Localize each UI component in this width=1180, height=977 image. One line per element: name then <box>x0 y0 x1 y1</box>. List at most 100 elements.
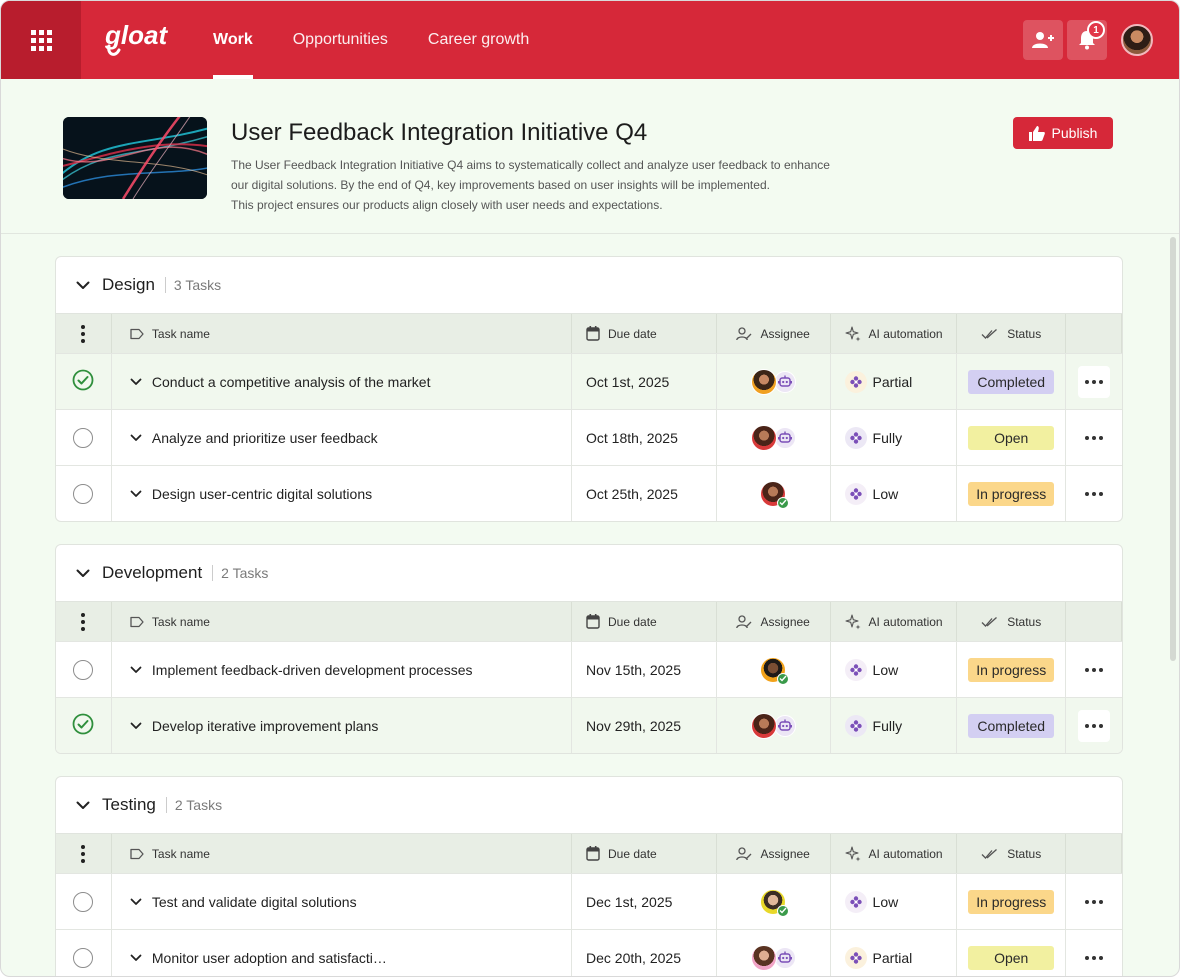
due-date-cell[interactable]: Nov 29th, 2025 <box>572 698 717 753</box>
avatar[interactable] <box>760 480 790 509</box>
more-options-button[interactable] <box>1078 886 1110 918</box>
task-name-cell[interactable]: Design user-centric digital solutions <box>112 466 573 521</box>
avatar[interactable] <box>760 888 790 917</box>
due-date-cell[interactable]: Oct 25th, 2025 <box>572 466 717 521</box>
assignee-cell[interactable] <box>717 874 831 929</box>
assignee-cell[interactable] <box>717 466 831 521</box>
more-options-button[interactable] <box>1078 365 1111 398</box>
status-badge[interactable]: In progress <box>968 481 1055 506</box>
ai-automation-cell[interactable]: Fully <box>831 410 958 465</box>
column-header-ai-automation[interactable]: AI automation <box>831 834 958 873</box>
empty-circle-icon[interactable] <box>73 659 94 680</box>
due-date-cell[interactable]: Oct 1st, 2025 <box>572 354 717 409</box>
task-checkbox[interactable] <box>56 930 112 976</box>
status-cell[interactable]: In progress <box>957 642 1067 697</box>
nav-item-work[interactable]: Work <box>213 1 253 79</box>
table-row[interactable]: Analyze and prioritize user feedback Oct … <box>56 409 1122 465</box>
avatar[interactable] <box>750 712 777 739</box>
task-name[interactable]: Test and validate digital solutions <box>152 894 357 910</box>
chevron-down-icon[interactable] <box>130 378 142 386</box>
gloat-logo[interactable]: gloat <box>105 18 169 62</box>
check-circle-icon[interactable] <box>72 713 94 738</box>
assignee-cell[interactable] <box>717 698 831 753</box>
assignee[interactable] <box>750 368 796 395</box>
column-header-assignee[interactable]: Assignee <box>717 834 831 873</box>
status-badge[interactable]: In progress <box>968 889 1055 914</box>
status-cell[interactable]: Open <box>957 410 1067 465</box>
ai-automation-cell[interactable]: Low <box>831 466 958 521</box>
due-date-cell[interactable]: Dec 1st, 2025 <box>572 874 717 929</box>
task-name-cell[interactable]: Monitor user adoption and satisfacti… <box>112 930 573 976</box>
assignee-cell[interactable] <box>717 354 831 409</box>
assignee[interactable] <box>750 712 796 739</box>
task-checkbox[interactable] <box>56 410 112 465</box>
due-date-cell[interactable]: Oct 18th, 2025 <box>572 410 717 465</box>
avatar[interactable] <box>750 368 777 395</box>
column-header-ai-automation[interactable]: AI automation <box>831 314 958 353</box>
task-checkbox[interactable] <box>56 874 112 929</box>
ai-automation-cell[interactable]: Fully <box>831 698 958 753</box>
table-row[interactable]: Develop iterative improvement plans Nov 2… <box>56 697 1122 753</box>
chevron-down-icon[interactable] <box>130 722 142 730</box>
scrollbar[interactable] <box>1170 237 1176 661</box>
column-options-button[interactable] <box>56 834 112 873</box>
table-row[interactable]: Implement feedback-driven development pr… <box>56 641 1122 697</box>
status-badge[interactable]: Open <box>968 945 1055 970</box>
more-options-button[interactable] <box>1078 709 1111 742</box>
task-checkbox[interactable] <box>56 354 112 409</box>
column-header-task-name[interactable]: Task name <box>112 602 573 641</box>
task-name[interactable]: Develop iterative improvement plans <box>152 718 378 734</box>
assignee[interactable] <box>760 480 790 509</box>
empty-circle-icon[interactable] <box>73 483 94 504</box>
task-name-cell[interactable]: Analyze and prioritize user feedback <box>112 410 573 465</box>
chevron-down-icon[interactable] <box>76 569 90 578</box>
task-name[interactable]: Analyze and prioritize user feedback <box>152 430 378 446</box>
ai-automation-cell[interactable]: Partial <box>831 354 958 409</box>
apps-menu-button[interactable] <box>1 1 81 79</box>
more-options-button[interactable] <box>1078 942 1110 974</box>
status-cell[interactable]: Open <box>957 930 1067 976</box>
more-options-button[interactable] <box>1078 654 1110 686</box>
chevron-down-icon[interactable] <box>76 801 90 810</box>
status-cell[interactable]: In progress <box>957 466 1067 521</box>
task-name[interactable]: Conduct a competitive analysis of the ma… <box>152 374 431 390</box>
chevron-down-icon[interactable] <box>76 281 90 290</box>
more-options-button[interactable] <box>1078 478 1110 510</box>
column-header-task-name[interactable]: Task name <box>112 314 573 353</box>
publish-button[interactable]: Publish <box>1013 117 1113 149</box>
table-row[interactable]: Monitor user adoption and satisfacti… Dec… <box>56 929 1122 976</box>
column-options-button[interactable] <box>56 602 112 641</box>
chevron-down-icon[interactable] <box>130 898 142 906</box>
task-name[interactable]: Design user-centric digital solutions <box>152 486 372 502</box>
column-header-due-date[interactable]: Due date <box>572 834 717 873</box>
avatar[interactable] <box>760 656 790 685</box>
table-row[interactable]: Design user-centric digital solutions Oct… <box>56 465 1122 521</box>
ai-automation-cell[interactable]: Low <box>831 642 958 697</box>
task-name[interactable]: Monitor user adoption and satisfacti… <box>152 950 387 966</box>
column-header-assignee[interactable]: Assignee <box>717 314 831 353</box>
status-cell[interactable]: Completed <box>957 354 1067 409</box>
status-badge[interactable]: In progress <box>968 657 1055 682</box>
column-header-task-name[interactable]: Task name <box>112 834 573 873</box>
empty-circle-icon[interactable] <box>73 947 94 968</box>
assignee[interactable] <box>750 944 796 971</box>
empty-circle-icon[interactable] <box>73 891 94 912</box>
column-header-status[interactable]: Status <box>957 834 1067 873</box>
status-badge[interactable]: Open <box>968 425 1055 450</box>
assignee-cell[interactable] <box>717 410 831 465</box>
avatar[interactable] <box>750 944 777 971</box>
column-options-button[interactable] <box>56 314 112 353</box>
task-name[interactable]: Implement feedback-driven development pr… <box>152 662 473 678</box>
chevron-down-icon[interactable] <box>130 666 142 674</box>
assignee-cell[interactable] <box>717 642 831 697</box>
status-cell[interactable]: In progress <box>957 874 1067 929</box>
ai-automation-cell[interactable]: Partial <box>831 930 958 976</box>
nav-item-opportunities[interactable]: Opportunities <box>293 1 388 79</box>
chevron-down-icon[interactable] <box>130 434 142 442</box>
due-date-cell[interactable]: Dec 20th, 2025 <box>572 930 717 976</box>
add-user-button[interactable] <box>1023 20 1063 60</box>
user-avatar[interactable] <box>1121 24 1153 56</box>
column-header-status[interactable]: Status <box>957 314 1067 353</box>
column-header-assignee[interactable]: Assignee <box>717 602 831 641</box>
task-checkbox[interactable] <box>56 642 112 697</box>
